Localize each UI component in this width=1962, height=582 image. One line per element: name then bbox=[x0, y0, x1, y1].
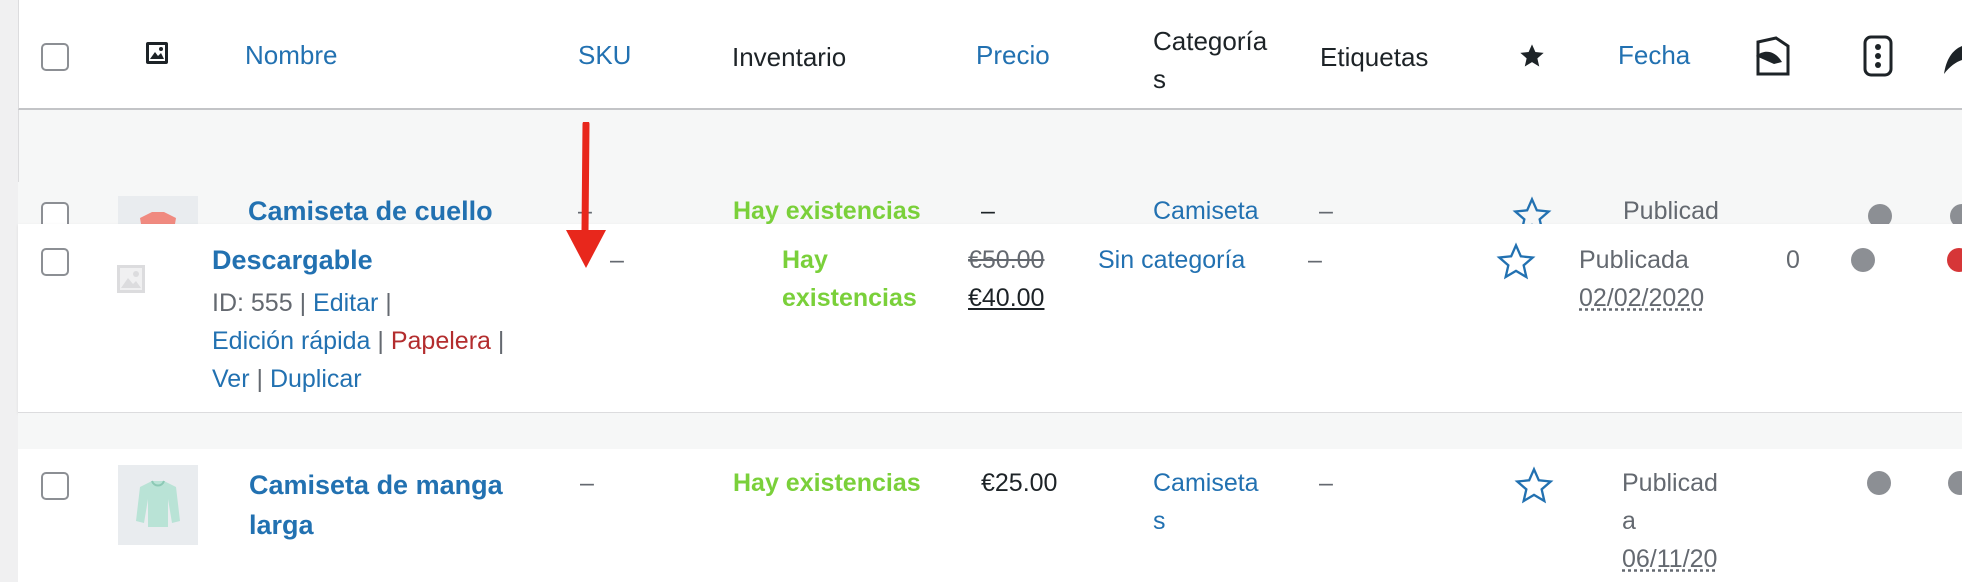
row-actions: ID: 555 | Editar | Edición rápida | Pape… bbox=[212, 284, 504, 398]
star-outline-icon[interactable] bbox=[1496, 242, 1536, 287]
col-categorias-line1: Categoría bbox=[1153, 26, 1268, 56]
col-etiquetas: Etiquetas bbox=[1320, 42, 1429, 72]
product-date: Publicada 02/02/2020 bbox=[1579, 241, 1704, 317]
duplicate-link[interactable]: Duplicar bbox=[270, 365, 362, 393]
star-outline-icon[interactable] bbox=[1514, 466, 1554, 511]
product-stock: Hay existencias bbox=[782, 241, 917, 317]
product-category-line1[interactable]: Camiseta bbox=[1153, 469, 1259, 497]
star-icon[interactable] bbox=[1518, 42, 1546, 75]
separator: | bbox=[256, 365, 263, 393]
table-row: Camiseta de cuello – Hay existencias – C… bbox=[18, 182, 1962, 224]
product-stock: Hay existencias bbox=[733, 197, 921, 224]
product-status: Publicad bbox=[1623, 197, 1719, 224]
product-tags: – bbox=[1319, 469, 1333, 497]
edit-link[interactable]: Editar bbox=[313, 289, 378, 317]
product-sku: – bbox=[580, 469, 594, 497]
status-dot-icon bbox=[1867, 471, 1891, 495]
col-categorias: Categoría s bbox=[1153, 22, 1267, 98]
view-link[interactable]: Ver bbox=[212, 365, 250, 393]
product-category[interactable]: Sin categoría bbox=[1098, 241, 1245, 279]
col-fecha[interactable]: Fecha bbox=[1618, 40, 1690, 71]
product-tags: – bbox=[1308, 246, 1322, 274]
product-count: 0 bbox=[1786, 246, 1800, 274]
product-stock: Hay existencias bbox=[733, 469, 921, 497]
select-all-checkbox[interactable] bbox=[41, 43, 69, 71]
product-thumbnail bbox=[118, 196, 198, 224]
file-icon[interactable] bbox=[1752, 34, 1794, 83]
product-price: €50.00 €40.00 bbox=[968, 241, 1044, 317]
row-checkbox[interactable] bbox=[41, 472, 69, 500]
price-sale: €40.00 bbox=[968, 284, 1045, 312]
col-nombre[interactable]: Nombre bbox=[245, 40, 337, 71]
price-regular: €50.00 bbox=[968, 246, 1045, 274]
product-price: – bbox=[981, 197, 995, 224]
row-spacer bbox=[18, 413, 1962, 449]
col-categorias-line2: s bbox=[1153, 64, 1166, 94]
product-sku: – bbox=[610, 246, 624, 274]
row-checkbox[interactable] bbox=[41, 248, 69, 276]
row-checkbox[interactable] bbox=[41, 202, 69, 224]
product-thumbnail bbox=[118, 465, 198, 545]
separator: | bbox=[497, 327, 505, 355]
col-precio[interactable]: Precio bbox=[976, 40, 1050, 71]
product-name-line2[interactable]: larga bbox=[249, 510, 314, 540]
product-price: €25.00 bbox=[981, 469, 1058, 497]
col-inventario: Inventario bbox=[732, 42, 847, 72]
star-outline-icon[interactable] bbox=[1512, 196, 1552, 224]
product-category[interactable]: Camiseta bbox=[1153, 192, 1259, 224]
product-stock-line2: existencias bbox=[782, 284, 917, 312]
arrow-down-icon bbox=[562, 120, 610, 277]
publish-date: 06/11/20 bbox=[1622, 545, 1718, 573]
product-date: Publicad a 06/11/20 bbox=[1622, 464, 1718, 578]
placeholder-image-icon bbox=[116, 264, 146, 299]
col-sku[interactable]: SKU bbox=[578, 40, 631, 71]
type-icon[interactable] bbox=[1862, 34, 1894, 83]
leaf-icon[interactable] bbox=[1942, 40, 1962, 85]
publish-date: 02/02/2020 bbox=[1579, 284, 1705, 312]
product-status-line1: Publicad bbox=[1622, 469, 1718, 497]
product-stock-line1: Hay bbox=[782, 246, 828, 274]
product-name[interactable]: Camiseta de cuello bbox=[248, 192, 493, 224]
product-category[interactable]: Camiseta s bbox=[1153, 464, 1259, 540]
image-icon bbox=[144, 40, 170, 71]
trash-link[interactable]: Papelera bbox=[391, 327, 491, 355]
separator: | bbox=[299, 289, 307, 317]
product-status-line2: a bbox=[1622, 507, 1636, 535]
status-dot-icon bbox=[1851, 248, 1875, 272]
product-tags: – bbox=[1319, 197, 1333, 224]
product-id: ID: 555 bbox=[212, 289, 293, 317]
product-category-line2[interactable]: s bbox=[1153, 507, 1166, 535]
product-status: Publicada bbox=[1579, 246, 1689, 274]
product-name[interactable]: Descargable bbox=[212, 241, 373, 279]
quick-edit-link[interactable]: Edición rápida bbox=[212, 327, 370, 355]
status-dot-icon bbox=[1950, 204, 1962, 224]
product-name[interactable]: Camiseta de manga larga bbox=[249, 465, 503, 545]
product-name-line1[interactable]: Camiseta de manga bbox=[249, 470, 503, 500]
status-dot-icon bbox=[1868, 204, 1892, 224]
separator: | bbox=[385, 289, 392, 317]
separator: | bbox=[377, 327, 384, 355]
